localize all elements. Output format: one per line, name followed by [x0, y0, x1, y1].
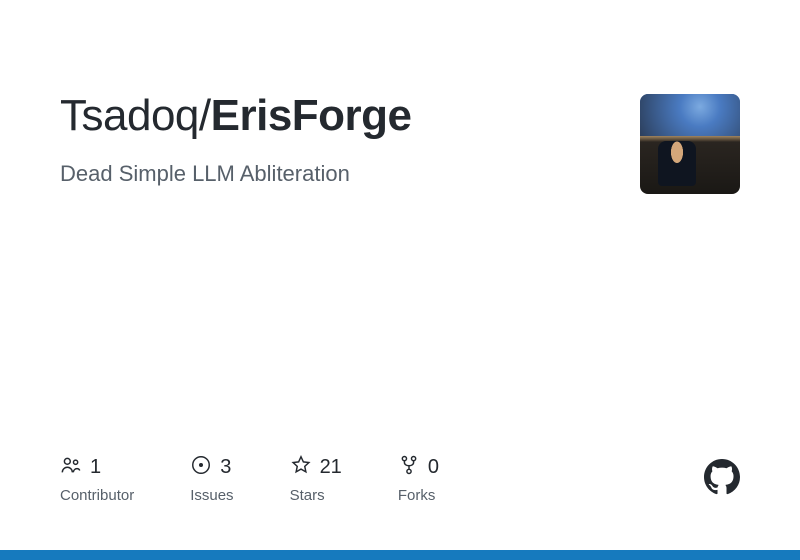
- fork-icon: [398, 454, 420, 481]
- social-card: Tsadoq/ErisForge Dead Simple LLM Abliter…: [0, 0, 800, 560]
- stat-label: Contributor: [60, 487, 134, 504]
- stat-value: 1: [90, 456, 101, 479]
- repo-name: ErisForge: [211, 91, 412, 140]
- stats: 1 Contributor 3 Issues 21: [60, 454, 439, 504]
- stat-stars[interactable]: 21 Stars: [290, 454, 342, 504]
- stat-label: Issues: [190, 487, 233, 504]
- people-icon: [60, 454, 82, 481]
- title-block: Tsadoq/ErisForge Dead Simple LLM Abliter…: [60, 90, 620, 187]
- repo-title[interactable]: Tsadoq/ErisForge: [60, 90, 620, 143]
- accent-bar: [0, 550, 800, 560]
- stat-forks[interactable]: 0 Forks: [398, 454, 439, 504]
- issue-icon: [190, 454, 212, 481]
- stat-label: Stars: [290, 487, 325, 504]
- stat-contributors[interactable]: 1 Contributor: [60, 454, 134, 504]
- stat-value: 3: [220, 456, 231, 479]
- repo-slash: /: [199, 91, 211, 140]
- repo-description: Dead Simple LLM Abliteration: [60, 161, 620, 187]
- header: Tsadoq/ErisForge Dead Simple LLM Abliter…: [60, 90, 740, 194]
- owner-avatar[interactable]: [640, 94, 740, 194]
- stat-value: 0: [428, 456, 439, 479]
- stat-label: Forks: [398, 487, 436, 504]
- stat-value: 21: [320, 456, 342, 479]
- stat-issues[interactable]: 3 Issues: [190, 454, 233, 504]
- stats-row: 1 Contributor 3 Issues 21: [60, 454, 740, 504]
- repo-owner: Tsadoq: [60, 91, 199, 140]
- star-icon: [290, 454, 312, 481]
- github-logo-icon[interactable]: [704, 459, 740, 500]
